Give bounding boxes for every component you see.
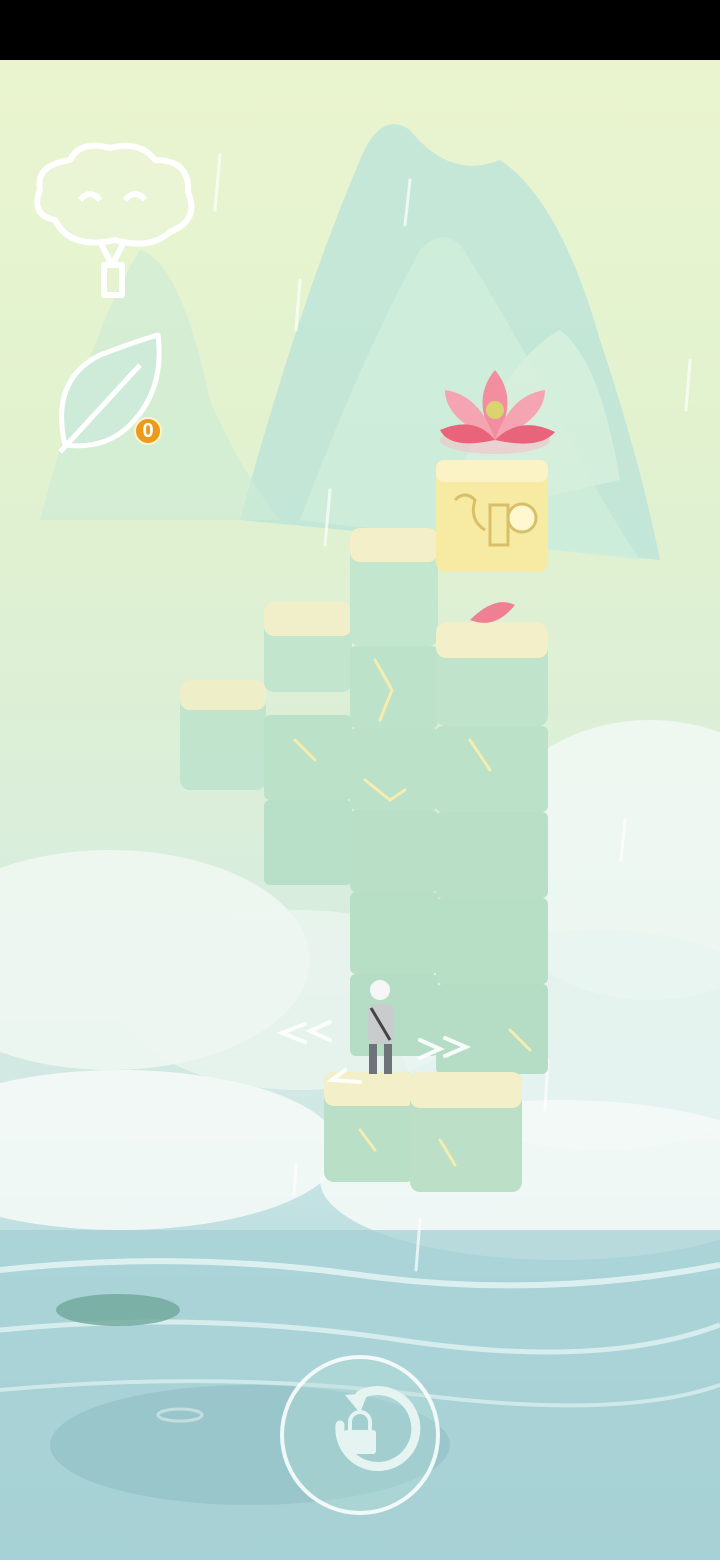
status-bar — [0, 0, 720, 60]
cloud-tree-icon[interactable] — [34, 142, 195, 298]
goal-block — [436, 460, 548, 572]
lily-pad — [56, 1294, 180, 1326]
game-screen: 0 — [0, 0, 720, 1560]
puzzle-scene: 0 — [0, 60, 720, 1560]
scene-art — [0, 124, 720, 1560]
restart-button[interactable] — [280, 1355, 440, 1515]
petal — [470, 602, 515, 623]
leaf-count-badge: 0 — [134, 417, 162, 445]
